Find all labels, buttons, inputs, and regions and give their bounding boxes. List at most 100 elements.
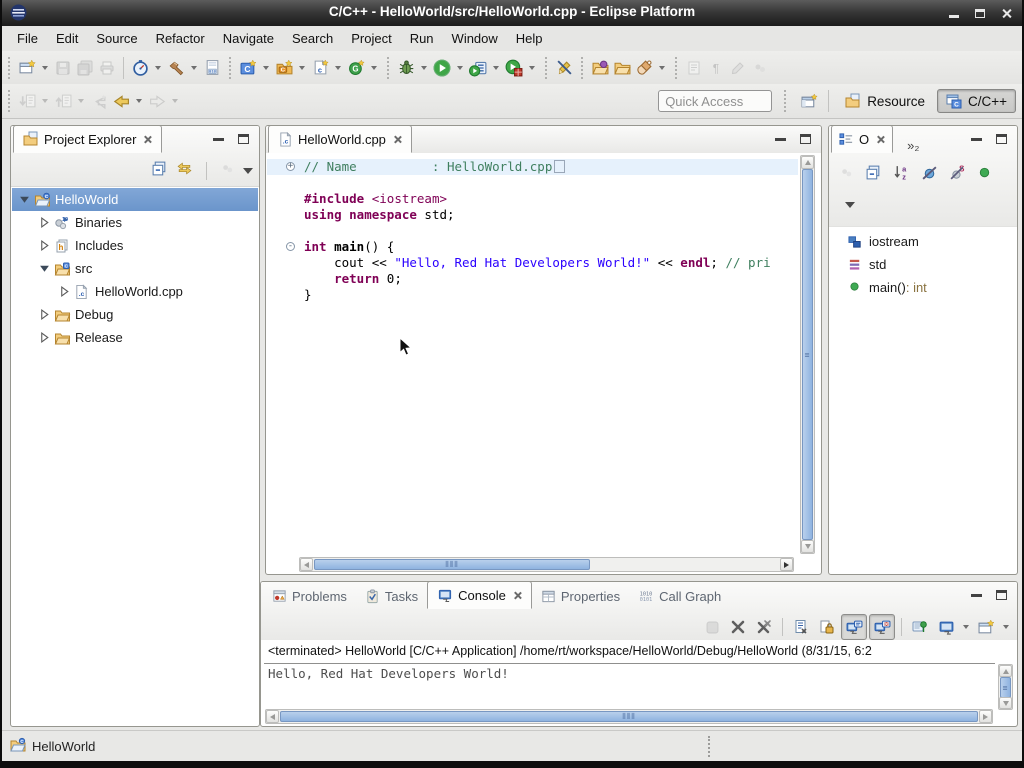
new-dropdown-icon[interactable] xyxy=(42,66,48,70)
open-perspective-button[interactable] xyxy=(798,89,820,113)
code-line[interactable]: -int main() { xyxy=(267,239,798,255)
close-icon[interactable] xyxy=(393,135,402,144)
tab-outline[interactable]: O xyxy=(831,125,893,153)
tab-tasks[interactable]: Tasks xyxy=(356,583,427,609)
debug-dropdown-icon[interactable] xyxy=(421,66,427,70)
console-vertical-scrollbar[interactable]: ≡ xyxy=(998,664,1013,710)
menu-navigate[interactable]: Navigate xyxy=(214,28,283,49)
tab-properties[interactable]: Properties xyxy=(532,583,629,609)
console-output[interactable]: Hello, Red Hat Developers World! xyxy=(264,666,509,681)
maximize-view-button[interactable] xyxy=(996,134,1007,144)
open-type-button[interactable] xyxy=(589,56,611,80)
remove-all-terminated-button[interactable] xyxy=(752,615,776,639)
outline-item-std[interactable]: std xyxy=(830,253,1016,276)
open-console-dropdown-icon[interactable] xyxy=(1003,625,1009,629)
hide-non-public-button[interactable] xyxy=(977,165,992,185)
window-minimize-button[interactable] xyxy=(949,15,959,18)
close-icon[interactable] xyxy=(143,135,152,144)
tab-project-explorer[interactable]: Project Explorer xyxy=(13,125,162,153)
toolbar-grip[interactable] xyxy=(675,57,677,79)
minimize-view-button[interactable] xyxy=(971,594,982,597)
fold-collapse-icon[interactable]: - xyxy=(286,242,295,251)
expand-arrow-icon[interactable] xyxy=(58,286,70,297)
window-maximize-button[interactable] xyxy=(975,9,985,18)
outline-item-main-[interactable]: main() : int xyxy=(830,276,1016,299)
view-menu-button[interactable] xyxy=(845,202,855,208)
scroll-up-button[interactable] xyxy=(801,156,814,169)
code-line[interactable]: return 0; xyxy=(267,271,798,287)
tree-item-src[interactable]: Csrc xyxy=(12,257,258,280)
link-with-editor-button[interactable] xyxy=(176,160,193,182)
new-class-dropdown-icon[interactable] xyxy=(371,66,377,70)
toolbar-grip[interactable] xyxy=(8,90,10,112)
menu-window[interactable]: Window xyxy=(443,28,507,49)
quick-access-input[interactable] xyxy=(658,90,772,112)
sort-az-button[interactable]: az xyxy=(893,164,910,186)
menu-source[interactable]: Source xyxy=(87,28,146,49)
scroll-left-button[interactable] xyxy=(300,558,313,571)
open-resource-button[interactable] xyxy=(611,56,633,80)
open-console-button[interactable] xyxy=(974,615,998,639)
tree-item-includes[interactable]: hIncludes xyxy=(12,234,258,257)
view-stack-badge[interactable]: »₂ xyxy=(907,138,919,153)
coverage-button[interactable] xyxy=(503,56,525,80)
expand-arrow-icon[interactable] xyxy=(38,240,50,251)
build-dropdown-icon[interactable] xyxy=(191,66,197,70)
window-close-button[interactable] xyxy=(1001,8,1012,19)
perspective-resource-button[interactable]: Resource xyxy=(837,90,933,112)
show-console-on-stdout-button[interactable] xyxy=(841,614,867,640)
menu-project[interactable]: Project xyxy=(342,28,400,49)
view-menu-button[interactable] xyxy=(243,168,253,174)
scroll-lock-button[interactable] xyxy=(815,615,839,639)
tree-item-release[interactable]: Release xyxy=(12,326,258,349)
code-line[interactable] xyxy=(267,175,798,191)
hide-fields-button[interactable] xyxy=(921,164,938,186)
tree-item-debug[interactable]: Debug xyxy=(12,303,258,326)
scroll-down-button[interactable] xyxy=(999,697,1012,709)
close-icon[interactable] xyxy=(876,135,885,144)
expand-arrow-icon[interactable] xyxy=(38,332,50,343)
clear-console-button[interactable] xyxy=(789,615,813,639)
fold-expand-icon[interactable]: + xyxy=(286,162,295,171)
new-c-project-dropdown-icon[interactable] xyxy=(263,66,269,70)
run-external-button[interactable] xyxy=(467,56,489,80)
profile-stopwatch-button[interactable] xyxy=(129,56,151,80)
code-line[interactable]: +// Name : HelloWorld.cpp xyxy=(267,159,798,175)
mark-occurrences-button[interactable] xyxy=(553,56,575,80)
code-line[interactable]: using namespace std; xyxy=(267,207,798,223)
display-selected-console-button[interactable] xyxy=(934,615,958,639)
collapse-all-button[interactable] xyxy=(151,160,168,182)
status-grip[interactable] xyxy=(708,736,710,757)
binary-file-button[interactable]: 010 xyxy=(201,56,223,80)
new-source-folder-dropdown-icon[interactable] xyxy=(299,66,305,70)
maximize-view-button[interactable] xyxy=(800,134,811,144)
minimize-view-button[interactable] xyxy=(775,138,786,141)
display-console-dropdown-icon[interactable] xyxy=(963,625,969,629)
tab-call-graph[interactable]: 10100101Call Graph xyxy=(629,583,730,609)
code-line[interactable]: cout << "Hello, Red Hat Developers World… xyxy=(267,255,798,271)
folded-region-indicator[interactable] xyxy=(554,160,565,173)
code-line[interactable]: } xyxy=(267,287,798,303)
new-source-folder-button[interactable]: C xyxy=(273,56,295,80)
build-hammer-button[interactable] xyxy=(165,56,187,80)
menu-edit[interactable]: Edit xyxy=(47,28,87,49)
collapse-all-button[interactable] xyxy=(865,164,882,186)
menu-search[interactable]: Search xyxy=(283,28,342,49)
tree-item-helloworld-cpp[interactable]: .cHelloWorld.cpp xyxy=(12,280,258,303)
tab-editor-helloworld[interactable]: .c HelloWorld.cpp xyxy=(268,125,412,153)
tree-item-binaries[interactable]: 10Binaries xyxy=(12,211,258,234)
scroll-down-button[interactable] xyxy=(801,540,814,553)
scroll-right-button[interactable] xyxy=(979,710,992,723)
back-dropdown-icon[interactable] xyxy=(136,99,142,103)
scroll-right-button[interactable] xyxy=(780,558,793,571)
console-horizontal-scrollbar[interactable]: ⦀⦀⦀ xyxy=(265,709,993,724)
new-c-project-button[interactable]: C xyxy=(237,56,259,80)
perspective-cdt-button[interactable]: C C/C++ xyxy=(937,89,1016,113)
show-console-on-stderr-button[interactable] xyxy=(869,614,895,640)
toolbar-grip[interactable] xyxy=(545,57,547,79)
maximize-view-button[interactable] xyxy=(238,134,249,144)
run-dropdown-icon[interactable] xyxy=(457,66,463,70)
menu-refactor[interactable]: Refactor xyxy=(147,28,214,49)
new-source-file-button[interactable]: c xyxy=(309,56,331,80)
back-button[interactable] xyxy=(110,89,132,113)
